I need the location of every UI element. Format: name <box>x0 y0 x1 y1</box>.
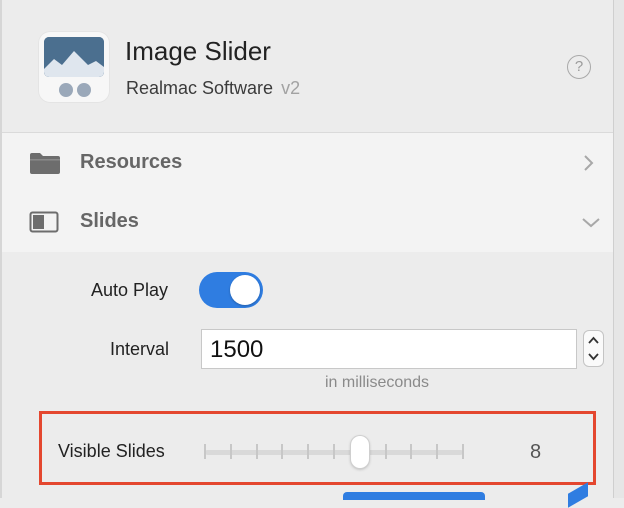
plugin-title: Image Slider <box>125 36 271 66</box>
toggle-knob <box>230 275 260 305</box>
visible-slides-label: Visible Slides <box>58 441 165 461</box>
version-label: v2 <box>281 78 301 98</box>
slider-tick <box>204 444 206 459</box>
slider-tick <box>333 444 335 459</box>
chevron-down-icon <box>582 218 600 228</box>
plugin-header: Image Slider Realmac Software v2 ? <box>2 0 613 133</box>
stepper-arrows-icon <box>588 336 599 361</box>
slider-tick <box>385 444 387 459</box>
slider-tick <box>230 444 232 459</box>
interval-hint: in milliseconds <box>325 374 430 391</box>
plugin-subtitle: Realmac Software v2 <box>126 78 300 99</box>
slider-tick <box>410 444 412 459</box>
slider-tick <box>256 444 258 459</box>
section-label-slides: Slides <box>80 210 139 232</box>
auto-play-toggle[interactable] <box>199 272 263 308</box>
slider-tick <box>462 444 464 459</box>
section-label-resources: Resources <box>80 151 183 173</box>
slider-tick <box>281 444 283 459</box>
right-edge <box>614 0 624 498</box>
section-slides[interactable]: Slides <box>2 192 613 252</box>
auto-play-label: Auto Play <box>91 280 169 300</box>
slides-panel-icon <box>29 211 59 233</box>
interval-stepper[interactable] <box>583 330 604 367</box>
interval-input[interactable]: 1500 <box>201 329 577 369</box>
slider-tick <box>436 444 438 459</box>
image-slider-app-icon <box>38 31 110 103</box>
primary-button[interactable] <box>343 492 485 500</box>
chevron-right-icon <box>584 155 594 171</box>
publisher-name: Realmac Software <box>126 78 274 98</box>
slider-tick <box>307 444 309 459</box>
visible-slides-value: 8 <box>530 441 542 463</box>
interval-label: Interval <box>110 339 170 359</box>
question-circle-icon[interactable]: ? <box>567 55 591 79</box>
folder-icon <box>30 153 60 174</box>
visible-slides-thumb[interactable] <box>350 436 369 468</box>
section-resources[interactable]: Resources <box>2 133 613 194</box>
